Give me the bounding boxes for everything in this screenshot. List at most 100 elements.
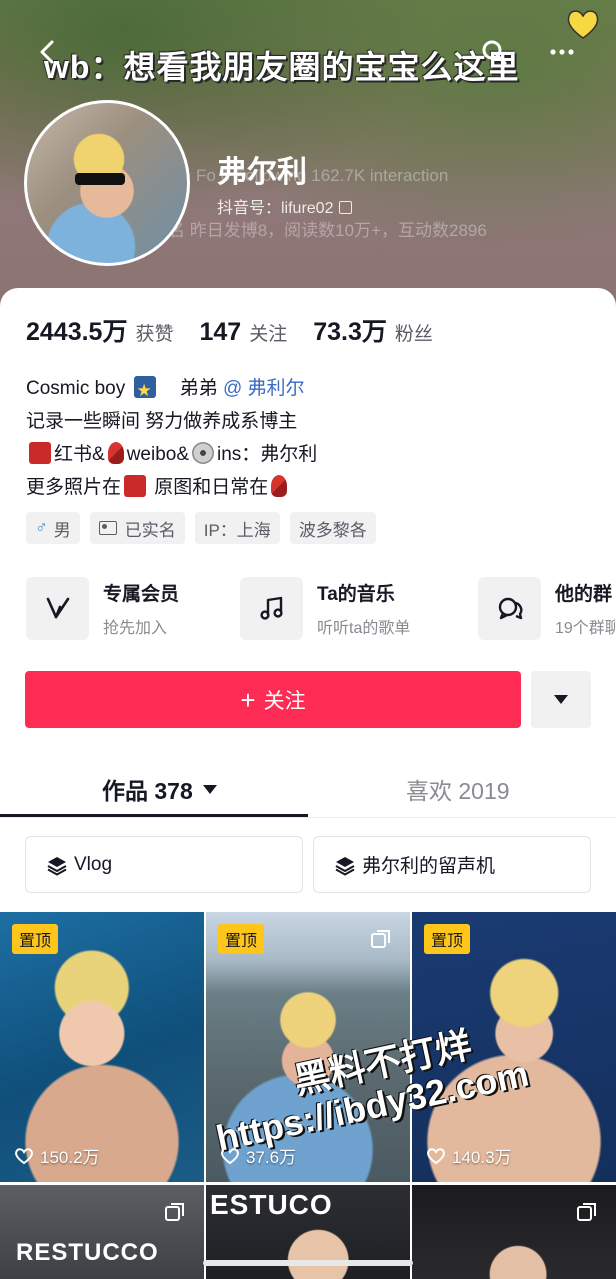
likes-count: 2443.5万 [26, 318, 128, 346]
feature-title: 专属会员 [103, 583, 180, 605]
gender-label: 男 [53, 520, 71, 540]
tab-likes[interactable]: 喜欢 2019 [406, 772, 510, 806]
copy-icon[interactable] [339, 201, 353, 214]
video-thumbnail[interactable] [412, 1185, 616, 1279]
location-tag: 波多黎各 [289, 512, 376, 544]
pinned-badge: 置顶 [218, 924, 265, 954]
v-icon [26, 576, 89, 640]
video-thumbnail[interactable]: RESTUCCO [0, 1185, 204, 1279]
recommend-dropdown-button[interactable] [531, 671, 591, 728]
video-thumbnail[interactable]: 置顶 150.2万 [0, 912, 204, 1182]
cover-ghost-row: 名 昨日发博8，阅读数10万+，互动数2896 [168, 221, 487, 240]
collections-row: Vlog 弗尔利的留声机 [25, 836, 591, 893]
following-count[interactable]: 147 [199, 318, 241, 347]
layers-icon [47, 856, 67, 876]
tab-works[interactable]: 作品 378 [102, 772, 217, 806]
bio-text: 红书& [54, 444, 105, 465]
feature-groups[interactable]: 他的群 19个群聊 [478, 575, 616, 641]
star-emoji-icon [133, 374, 156, 407]
bio-text: Cosmic boy [26, 378, 126, 399]
feature-title: Ta的音乐 [317, 583, 395, 605]
pinned-badge: 置顶 [424, 924, 471, 954]
collection-vlog[interactable]: Vlog [25, 836, 303, 893]
video-likes-count: 37.6万 [246, 1148, 297, 1167]
video-likes: 150.2万 [14, 1143, 100, 1168]
video-sign-text: ESTUCO [210, 1189, 333, 1220]
cover-overlay-text: wb：想看我朋友圈的宝宝么这里 [44, 49, 520, 85]
chat-bubbles-icon [478, 576, 541, 640]
video-thumbnail[interactable]: 置顶 140.3万 [412, 912, 616, 1182]
followers-label[interactable]: 粉丝 [395, 319, 433, 346]
feature-membership[interactable]: 专属会员 抢先加入 [26, 575, 179, 641]
collection-gramophone[interactable]: 弗尔利的留声机 [313, 836, 591, 893]
gender-tag: ♂ 男 [26, 512, 80, 544]
bio-text: 原图和日常在 [154, 477, 269, 498]
multi-image-icon [371, 930, 390, 948]
pinned-badge: 置顶 [12, 924, 59, 954]
tab-works-label: 作品 378 [102, 778, 193, 804]
id-card-icon [98, 521, 117, 535]
followers-count[interactable]: 73.3万 [313, 312, 387, 348]
avatar[interactable] [24, 100, 190, 266]
profile-tags: ♂ 男 已实名 IP：上海 波多黎各 [26, 512, 376, 544]
heart-outline-icon [15, 1147, 33, 1164]
red-book-emoji-icon [124, 475, 147, 497]
verified-tag[interactable]: 已实名 [89, 512, 185, 544]
video-likes-count: 140.3万 [452, 1148, 512, 1167]
feature-subtitle: 抢先加入 [103, 619, 168, 637]
bio-line-4: 更多照片在 原图和日常在 [26, 471, 317, 504]
music-note-icon [240, 576, 303, 640]
feature-music[interactable]: Ta的音乐 听听ta的歌单 [240, 575, 410, 641]
collection-label: Vlog [74, 853, 113, 875]
follow-button[interactable]: + 关注 [25, 671, 521, 728]
bio-text: weibo& [126, 444, 190, 465]
back-icon[interactable] [30, 34, 66, 70]
heart-outline-icon [427, 1147, 445, 1164]
feature-subtitle: 19个群聊 [555, 619, 616, 637]
mention-link[interactable]: @ 弗利尔 [223, 378, 305, 399]
bio-line-3: 红书& weibo& ins：弗尔利 [26, 438, 317, 471]
douyin-id-text: 抖音号：lifure02 [217, 200, 334, 217]
feature-subtitle: 听听ta的歌单 [317, 619, 411, 637]
profile-name: 弗尔利 [217, 156, 307, 189]
red-book-emoji-icon [29, 442, 51, 464]
profile-sheet: 2443.5万 获赞 147 关注 73.3万 粉丝 Cosmic boy 弟弟… [0, 288, 616, 1279]
video-likes: 140.3万 [426, 1143, 512, 1168]
video-likes-count: 150.2万 [40, 1148, 100, 1167]
video-thumbnail[interactable]: 置顶 37.6万 [206, 912, 410, 1182]
video-sign-text: RESTUCCO [16, 1239, 159, 1266]
collection-label: 弗尔利的留声机 [362, 856, 496, 877]
feature-row: 专属会员 抢先加入 Ta的音乐 听听ta的歌单 他的群 19个群聊 [26, 575, 616, 641]
ip-tag: IP：上海 [194, 512, 280, 544]
multi-image-icon [577, 1203, 596, 1221]
bio-text: 弟弟 [179, 378, 218, 399]
search-icon[interactable] [476, 34, 512, 70]
stats-row: 2443.5万 获赞 147 关注 73.3万 粉丝 [26, 312, 459, 348]
bio: Cosmic boy 弟弟 @ 弗利尔 记录一些瞬间 努力做养成系博主 红书&w… [26, 372, 317, 504]
bio-text: ins：弗尔利 [217, 444, 318, 465]
bio-text: 更多照片在 [26, 477, 122, 498]
follow-label: 关注 [263, 689, 306, 713]
verified-label: 已实名 [124, 520, 176, 540]
heart-outline-icon [221, 1147, 239, 1164]
douyin-id[interactable]: 抖音号：lifure02 [217, 194, 353, 218]
scarf-emoji-icon [107, 442, 124, 464]
tab-likes-label: 喜欢 2019 [406, 778, 510, 804]
bio-line-2: 记录一些瞬间 努力做养成系博主 [26, 411, 298, 432]
layers-icon [335, 856, 355, 876]
plus-icon: + [240, 684, 256, 715]
profile-cover: Fo 6 Following 162.7K interaction 名 昨日发博… [0, 0, 616, 320]
caret-down-icon [202, 784, 217, 794]
video-likes: 37.6万 [220, 1143, 296, 1168]
more-icon[interactable] [544, 34, 580, 70]
following-label[interactable]: 关注 [249, 319, 287, 346]
scarf-emoji-icon [271, 475, 288, 497]
tab-indicator [0, 814, 308, 817]
bio-line-1: Cosmic boy 弟弟 @ 弗利尔 [26, 372, 317, 407]
content-tabs: 作品 378 喜欢 2019 [0, 758, 616, 818]
caret-down-icon [554, 695, 568, 704]
video-grid: 置顶 150.2万 置顶 37.6万 置顶 140.3万 RESTUCCO ES… [0, 912, 616, 1279]
disc-emoji-icon [192, 442, 215, 464]
likes-label: 获赞 [135, 324, 174, 345]
home-indicator[interactable] [203, 1260, 413, 1266]
